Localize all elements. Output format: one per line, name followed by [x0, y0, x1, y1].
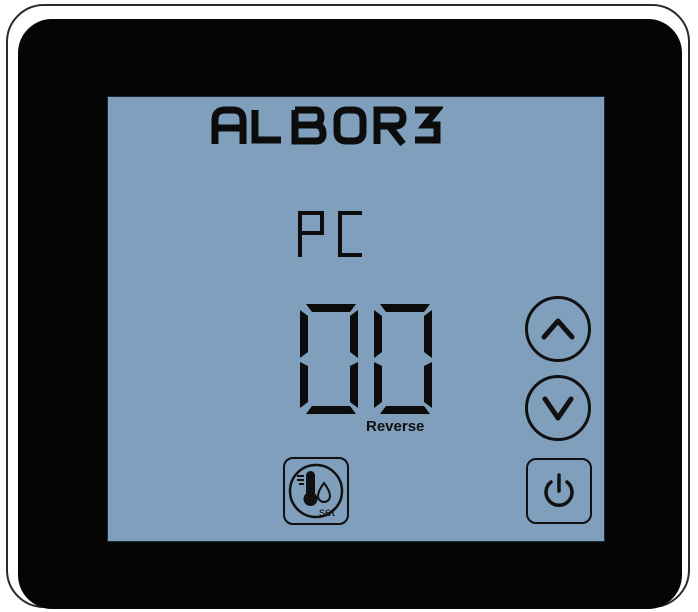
power-icon: [544, 473, 574, 507]
brand-logo: [211, 106, 445, 151]
mode-code-segments: [298, 211, 362, 257]
value-display-segments: [300, 304, 432, 414]
chevron-down-icon: [542, 396, 574, 421]
power-button[interactable]: [526, 458, 592, 524]
chevron-up-icon: [541, 318, 575, 340]
brand-logo-graphic: [211, 106, 445, 147]
mode-code-display: [296, 209, 368, 264]
up-button[interactable]: [525, 296, 591, 362]
set-label: set: [319, 505, 336, 519]
value-display: [298, 302, 438, 421]
thermometer-drop-icon: [288, 463, 344, 519]
value-label: Reverse: [366, 418, 425, 435]
set-button[interactable]: [283, 457, 349, 525]
down-button[interactable]: [525, 375, 591, 441]
